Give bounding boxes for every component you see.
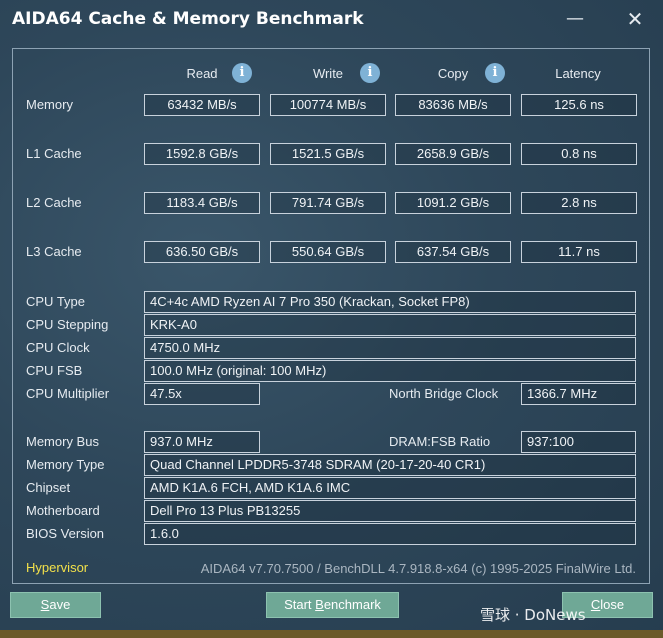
start-benchmark-label-post: enchmark <box>323 597 381 612</box>
memory-bus-label: Memory Bus <box>26 434 99 449</box>
benchmark-window: AIDA64 Cache & Memory Benchmark — ✕ Read… <box>0 0 663 638</box>
memory-type-value: Quad Channel LPDDR5-3748 SDRAM (20-17-20… <box>144 454 636 476</box>
l2-read-value: 1183.4 GB/s <box>144 192 260 214</box>
memory-latency-value: 125.6 ns <box>521 94 637 116</box>
l3-latency-value: 11.7 ns <box>521 241 637 263</box>
cpu-clock-label: CPU Clock <box>26 340 90 355</box>
save-button-label: ave <box>49 597 71 612</box>
memory-bus-value: 937.0 MHz <box>144 431 260 453</box>
start-benchmark-mnemonic: B <box>315 597 324 612</box>
north-bridge-clock-value: 1366.7 MHz <box>521 383 636 405</box>
cpu-type-value: 4C+4c AMD Ryzen AI 7 Pro 350 (Krackan, S… <box>144 291 636 313</box>
hypervisor-label: Hypervisor <box>26 560 89 575</box>
window-title: AIDA64 Cache & Memory Benchmark <box>12 9 364 29</box>
l3-write-value: 550.64 GB/s <box>270 241 386 263</box>
bottom-strip <box>0 630 663 638</box>
row-label-l1: L1 Cache <box>26 146 82 161</box>
column-header-copy: Copy <box>437 66 469 81</box>
l1-read-value: 1592.8 GB/s <box>144 143 260 165</box>
motherboard-label: Motherboard <box>26 503 100 518</box>
dram-fsb-ratio-label: DRAM:FSB Ratio <box>389 434 491 449</box>
close-icon[interactable]: ✕ <box>620 6 650 32</box>
cpu-stepping-value: KRK-A0 <box>144 314 636 336</box>
dram-fsb-ratio-value: 937:100 <box>521 431 636 453</box>
row-label-l3: L3 Cache <box>26 244 82 259</box>
close-button-label: lose <box>600 597 625 612</box>
memory-read-value: 63432 MB/s <box>144 94 260 116</box>
column-header-read: Read <box>186 66 218 81</box>
start-benchmark-label-pre: Start <box>284 597 316 612</box>
row-label-l2: L2 Cache <box>26 195 82 210</box>
close-button-mnemonic: C <box>590 597 601 612</box>
cpu-multiplier-label: CPU Multiplier <box>26 386 110 401</box>
info-icon-read[interactable]: i <box>232 63 252 83</box>
start-benchmark-button[interactable]: Start Benchmark <box>266 592 399 618</box>
chipset-value: AMD K1A.6 FCH, AMD K1A.6 IMC <box>144 477 636 499</box>
l1-write-value: 1521.5 GB/s <box>270 143 386 165</box>
version-info: AIDA64 v7.70.7500 / BenchDLL 4.7.918.8-x… <box>200 561 636 576</box>
bios-version-value: 1.6.0 <box>144 523 636 545</box>
cpu-fsb-value: 100.0 MHz (original: 100 MHz) <box>144 360 636 382</box>
l2-latency-value: 2.8 ns <box>521 192 637 214</box>
l1-latency-value: 0.8 ns <box>521 143 637 165</box>
memory-write-value: 100774 MB/s <box>270 94 386 116</box>
cpu-clock-value: 4750.0 MHz <box>144 337 636 359</box>
chipset-label: Chipset <box>26 480 71 495</box>
memory-type-label: Memory Type <box>26 457 105 472</box>
memory-copy-value: 83636 MB/s <box>395 94 511 116</box>
info-icon-write[interactable]: i <box>360 63 380 83</box>
l2-copy-value: 1091.2 GB/s <box>395 192 511 214</box>
row-label-memory: Memory <box>26 97 73 112</box>
title-bar: AIDA64 Cache & Memory Benchmark — ✕ <box>0 0 663 40</box>
cpu-multiplier-value: 47.5x <box>144 383 260 405</box>
l3-copy-value: 637.54 GB/s <box>395 241 511 263</box>
save-button[interactable]: Save <box>10 592 101 618</box>
bios-version-label: BIOS Version <box>26 526 105 541</box>
cpu-stepping-label: CPU Stepping <box>26 317 109 332</box>
column-header-write: Write <box>312 66 344 81</box>
info-icon-copy[interactable]: i <box>485 63 505 83</box>
cpu-fsb-label: CPU FSB <box>26 363 83 378</box>
l2-write-value: 791.74 GB/s <box>270 192 386 214</box>
motherboard-value: Dell Pro 13 Plus PB13255 <box>144 500 636 522</box>
l3-read-value: 636.50 GB/s <box>144 241 260 263</box>
north-bridge-clock-label: North Bridge Clock <box>389 386 499 401</box>
minimize-icon[interactable]: — <box>560 6 590 32</box>
cpu-type-label: CPU Type <box>26 294 86 309</box>
l1-copy-value: 2658.9 GB/s <box>395 143 511 165</box>
watermark: 雪球 · DoNews <box>480 606 586 624</box>
column-header-latency: Latency <box>555 66 601 81</box>
